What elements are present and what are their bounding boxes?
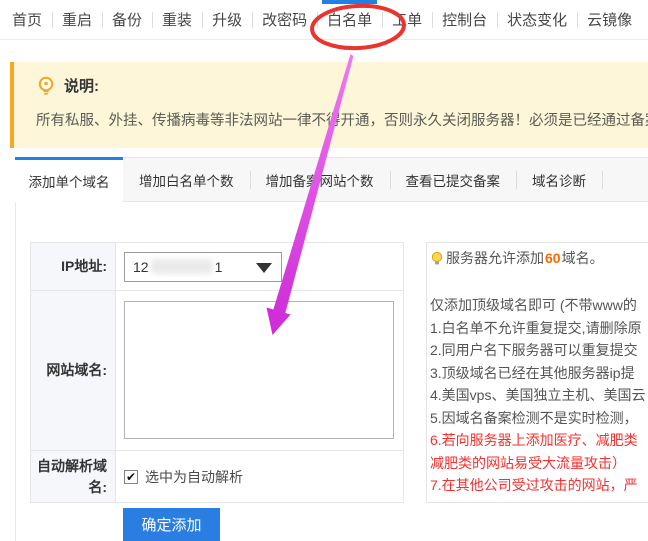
ip-label: IP地址: [31,243,116,290]
nav-item[interactable]: 重启 [52,0,102,39]
auto-resolve-checkbox[interactable]: ✔ [124,470,138,484]
nav-item-label: 云镜像 [587,9,632,30]
nav-item-label: 重装 [162,9,192,30]
auto-resolve-field-cell: ✔ 选中为自动解析 [116,451,403,502]
nav-item[interactable]: 控制台 [432,0,497,39]
auto-resolve-checkbox-label: 选中为自动解析 [145,467,243,487]
notice-title: 说明: [64,75,99,96]
tip-line: 1.白名单不允许重复提交,请删除原 [430,317,648,340]
tip-line: 5.因域名备案检测不是实时检测， [430,407,648,430]
nav-item-label: 改密码 [262,9,307,30]
tab[interactable]: 域名诊断 [516,157,602,202]
notice-body-text: 所有私服、外挂、传播病毒等非法网站一律不得开通，否则永久关闭服务器！必须是已经通… [36,109,648,130]
nav-item-label: 备份 [112,9,142,30]
tab[interactable]: 增加白名单个数 [123,157,250,202]
tab[interactable]: 增加备案网站个数 [250,157,390,202]
auto-resolve-option: ✔ 选中为自动解析 [124,467,243,487]
nav-item[interactable]: 备份 [102,0,152,39]
nav-item[interactable]: 工单 [382,0,432,39]
whitelist-panel-page: 首页 重启 备份 重装 升级 改密码 白名单 工单 控制台 状态变化 云镜像 [0,0,648,541]
nav-item-label: 重启 [62,9,92,30]
nav-item-label: 控制台 [442,9,487,30]
tip-line: 2.同用户名下服务器可以重复提交 [430,339,648,362]
ip-value-prefix: 12 [133,259,149,275]
top-nav: 首页 重启 备份 重装 升级 改密码 白名单 工单 控制台 状态变化 云镜像 [0,0,648,40]
notice-header: 说明: [36,75,648,96]
nav-item[interactable]: 升级 [202,0,252,39]
tips-list: 仅添加顶级域名即可 (不带www的1.白名单不允许重复提交,请删除原2.同用户名… [430,294,648,497]
bulb-icon [430,251,444,266]
notice-box: 说明: 所有私服、外挂、传播病毒等非法网站一律不得开通，否则永久关闭服务器！必须… [10,62,648,148]
ip-field-cell: 12 1 [116,243,403,290]
tab-label: 添加单个域名 [29,171,110,191]
nav-item-label: 状态变化 [507,9,567,30]
nav-item[interactable]: 改密码 [252,0,317,39]
redacted-ip-blur [151,259,213,274]
tab-label: 查看已提交备案 [406,170,501,190]
auto-resolve-row: 自动解析域名: ✔ 选中为自动解析 [31,451,403,502]
tips-panel: 服务器允许添加60域名。 仅添加顶级域名即可 (不带www的1.白名单不允许重复… [426,242,648,503]
domain-textarea[interactable] [124,301,394,439]
domain-field-cell [116,291,403,450]
tab[interactable]: 添加单个域名 [15,157,123,202]
nav-item-label: 白名单 [327,9,372,30]
ip-select[interactable]: 12 1 [124,252,282,282]
domain-label: 网站域名: [31,291,116,450]
tab[interactable]: 查看已提交备案 [390,157,517,202]
nav-item[interactable]: 白名单 [317,0,382,39]
tab-bar-filler [602,157,648,202]
tip-line: 仅添加顶级域名即可 (不带www的 [430,294,648,317]
ip-value-suffix: 1 [215,259,223,275]
nav-item-label: 升级 [212,9,242,30]
nav-item-label: 工单 [392,9,422,30]
nav-item[interactable]: 首页 [2,0,52,39]
quota-suffix: 域名。 [562,248,604,268]
quota-number: 60 [544,250,562,266]
caret-down-icon [256,263,272,273]
tip-line: 减肥类的网站易受大流量攻击） [430,452,648,475]
domain-row: 网站域名: [31,291,403,451]
tip-line: 3.顶级域名已经在其他服务器ip提 [430,362,648,385]
tab-label: 增加备案网站个数 [266,170,374,190]
whitelist-form: IP地址: 12 1 网站域名: 自动解析域名: ✔ 选中为自动解析 [30,242,404,503]
tab-bar-spacer [0,157,15,202]
tip-line: 6.若向服务器上添加医疗、减肥类 [430,429,648,452]
lightbulb-icon [36,76,56,96]
quota-line: 服务器允许添加60域名。 [430,248,648,268]
confirm-add-button[interactable]: 确定添加 [123,508,220,541]
auto-resolve-label: 自动解析域名: [31,451,116,502]
nav-item[interactable]: 状态变化 [497,0,577,39]
tip-line: 4.美国vps、美国独立主机、美国云 [430,384,648,407]
nav-item-label: 首页 [12,9,42,30]
nav-item[interactable]: 重装 [152,0,202,39]
tab-label: 域名诊断 [532,170,586,190]
tip-line: 7.在其他公司受过攻击的网站，严 [430,474,648,497]
tab-bar: 添加单个域名 增加白名单个数 增加备案网站个数 查看已提交备案 域名诊断 [0,157,648,202]
nav-item[interactable]: 云镜像 [577,0,642,39]
quota-prefix: 服务器允许添加 [446,248,544,268]
tab-label: 增加白名单个数 [139,170,234,190]
tab-list: 添加单个域名 增加白名单个数 增加备案网站个数 查看已提交备案 域名诊断 [15,157,602,202]
ip-row: IP地址: 12 1 [31,243,403,291]
